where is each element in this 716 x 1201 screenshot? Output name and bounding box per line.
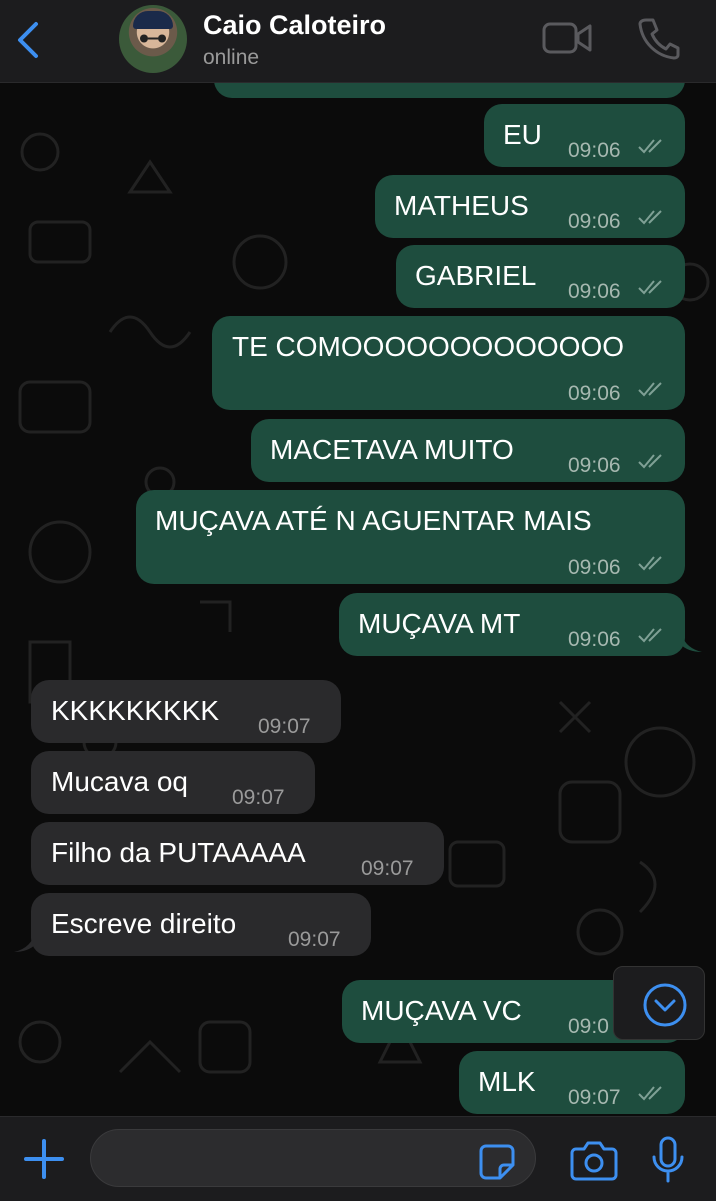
message-time: 09:0 [568,1015,609,1038]
message-text: MUÇAVA VC [361,995,522,1026]
message-text: EU [503,119,542,150]
double-check-icon [638,556,662,571]
double-check-icon [638,382,662,397]
message-time: 09:07 [568,1086,621,1109]
plus-icon [24,1139,64,1179]
message-text: KKKKKKKKK [51,695,220,726]
message-list[interactable]: EU 09:06 MATHEUS 09:06 GABRIEL 09:06 TE … [0,82,716,1116]
message-outgoing[interactable]: MACETAVA MUITO 09:06 [251,419,685,482]
message-time: 09:07 [288,928,341,951]
message-time: 09:06 [568,210,621,233]
avatar-glasses [140,34,166,43]
chevron-left-icon [18,22,38,58]
video-camera-icon [542,22,592,54]
avatar[interactable] [119,5,187,73]
message-outgoing[interactable]: GABRIEL 09:06 [396,245,685,308]
double-check-icon [638,210,662,225]
message-text: GABRIEL [415,260,537,291]
message-outgoing[interactable] [214,82,685,98]
message-incoming[interactable]: Escreve direito 09:07 [31,893,371,956]
microphone-icon [652,1136,684,1183]
message-time: 09:06 [568,382,621,405]
video-call-button[interactable] [541,20,593,56]
contact-status: online [203,46,260,69]
message-text: TE COMOOOOOOOOOOOOO [232,331,625,362]
message-time: 09:06 [568,454,621,477]
phone-icon [638,18,680,60]
camera-icon [570,1141,618,1181]
double-check-icon [638,628,662,643]
composer-bar [0,1116,716,1201]
double-check-icon [638,454,662,469]
message-time: 09:06 [568,628,621,651]
message-outgoing[interactable]: TE COMOOOOOOOOOOOOO 09:06 [212,316,685,410]
message-text: MATHEUS [394,190,529,221]
double-check-icon [638,139,662,154]
message-text: MACETAVA MUITO [270,434,514,465]
message-text: Escreve direito [51,908,237,939]
chevron-down-circle-icon [643,983,687,1027]
message-time: 09:06 [568,556,621,579]
message-incoming[interactable]: Mucava oq 09:07 [31,751,315,814]
bubble-tail [14,930,36,952]
message-outgoing[interactable]: MATHEUS 09:06 [375,175,685,238]
double-check-icon [638,1086,662,1101]
contact-name[interactable]: Caio Caloteiro [203,10,386,41]
voice-call-button[interactable] [638,16,680,60]
message-time: 09:07 [361,857,414,880]
avatar-cap [133,11,173,29]
message-outgoing[interactable]: EU 09:06 [484,104,685,167]
sticker-icon [479,1144,515,1180]
chat-header: Caio Caloteiro online [0,0,716,83]
message-outgoing[interactable]: MUÇAVA ATÉ N AGUENTAR MAIS 09:06 [136,490,685,584]
message-outgoing[interactable]: MUÇAVA MT 09:06 [339,593,685,656]
camera-button[interactable] [570,1139,618,1181]
message-time: 09:06 [568,280,621,303]
back-button[interactable] [12,20,48,60]
message-incoming[interactable]: Filho da PUTAAAAA 09:07 [31,822,444,885]
message-text: MLK [478,1066,536,1097]
message-text: Filho da PUTAAAAA [51,837,306,868]
bubble-tail [680,630,702,652]
message-text: MUÇAVA ATÉ N AGUENTAR MAIS [155,505,592,536]
message-time: 09:06 [568,139,621,162]
sticker-button[interactable] [478,1143,516,1181]
double-check-icon [638,280,662,295]
message-text: MUÇAVA MT [358,608,521,639]
message-incoming[interactable]: KKKKKKKKK 09:07 [31,680,341,743]
attach-button[interactable] [22,1137,66,1181]
message-text: Mucava oq [51,766,188,797]
message-outgoing[interactable]: MLK 09:07 [459,1051,685,1114]
message-time: 09:07 [232,786,285,809]
message-input[interactable] [90,1129,536,1187]
scroll-to-bottom-button[interactable] [613,966,705,1040]
message-time: 09:07 [258,715,311,738]
microphone-button[interactable] [650,1135,686,1185]
